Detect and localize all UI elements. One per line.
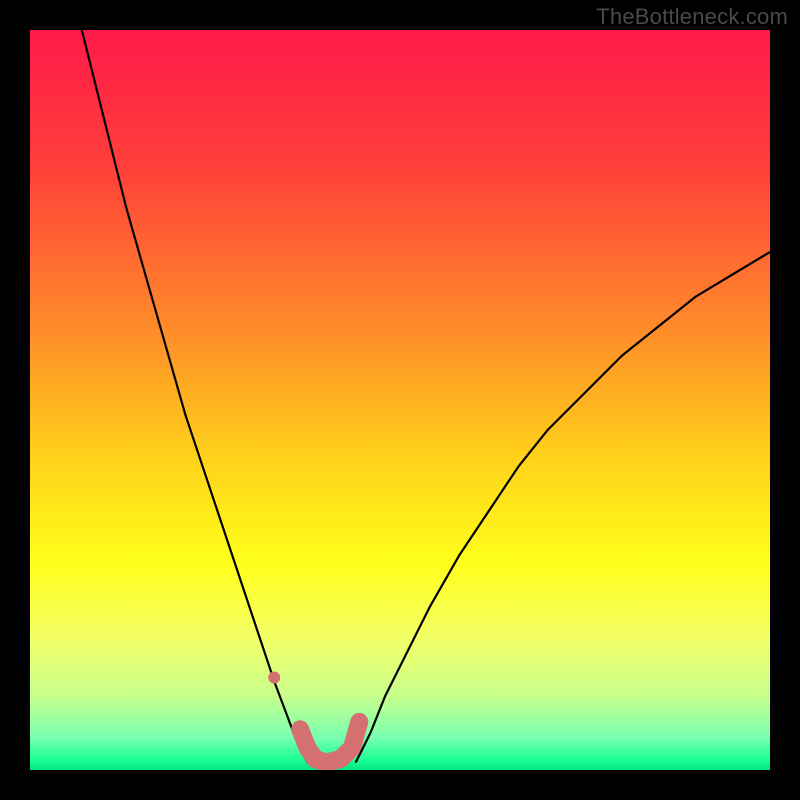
gradient-bg [30, 30, 770, 770]
watermark-text: TheBottleneck.com [596, 4, 788, 30]
marker-layer [268, 672, 280, 684]
chart-frame: TheBottleneck.com [0, 0, 800, 800]
chart-svg [30, 30, 770, 770]
plot-area [30, 30, 770, 770]
marker-left-dot [268, 672, 280, 684]
